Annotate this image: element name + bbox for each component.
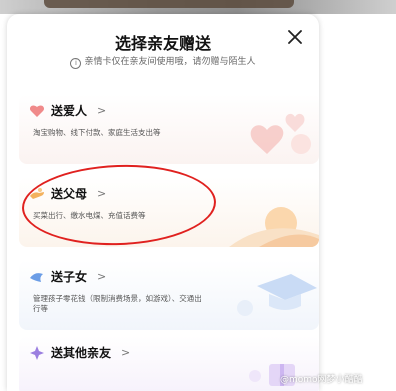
subtitle-text: 亲情卡仅在亲友间使用哦，请勿赠与陌生人 — [84, 57, 256, 67]
option-head: 送爱人 > — [29, 102, 106, 119]
background-app-bar — [44, 0, 294, 8]
background-app-strip — [0, 0, 396, 14]
option-head: 送子女 > — [29, 268, 106, 285]
sheet-title: 选择亲友赠送 — [114, 34, 211, 53]
info-icon: i — [70, 58, 82, 69]
option-desc: 淘宝购物、线下付款、家庭生活支出等 — [33, 128, 161, 137]
option-head: 送其他亲友 > — [29, 344, 130, 361]
chevron-right-icon: > — [121, 346, 131, 359]
watermark: @momo网梦小酷酷 — [280, 375, 363, 385]
chevron-right-icon: > — [97, 270, 107, 283]
close-icon — [288, 30, 302, 44]
option-card-children[interactable]: 送子女 > 管理孩子零花钱（限制消费场景，如游戏）、交通出行等 — [19, 260, 319, 330]
option-desc: 管理孩子零花钱（限制消费场景，如游戏）、交通出行等 — [33, 294, 202, 313]
close-button[interactable] — [285, 27, 305, 47]
option-card-spouse[interactable]: 送爱人 > 淘宝购物、线下付款、家庭生活支出等 — [19, 94, 319, 164]
heart-icon — [29, 105, 45, 117]
option-title: 送其他亲友 — [51, 346, 112, 360]
sheet-subtitle: i 亲情卡仅在亲友间使用哦，请勿赠与陌生人 — [7, 54, 319, 69]
hearts-illustration — [250, 113, 311, 154]
chevron-right-icon: > — [97, 104, 107, 117]
graduation-illustration — [237, 274, 317, 316]
option-card-other[interactable]: 送其他亲友 > — [19, 336, 319, 391]
option-title: 送子女 — [51, 270, 88, 284]
sparkle-icon — [30, 345, 44, 360]
sunset-illustration — [229, 207, 319, 247]
bird-icon — [30, 272, 43, 282]
option-title: 送爱人 — [51, 104, 88, 118]
